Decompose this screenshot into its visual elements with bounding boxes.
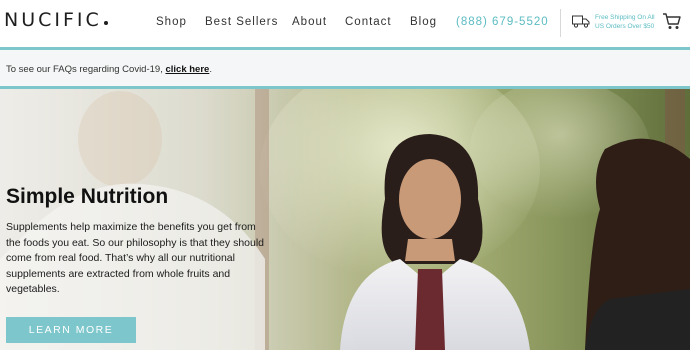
nav-shop[interactable]: Shop <box>156 16 187 28</box>
nav-contact[interactable]: Contact <box>345 16 392 28</box>
hero-banner: Simple Nutrition Supplements help maximi… <box>0 89 690 350</box>
notice-suffix: . <box>209 64 212 75</box>
covid-notice-bar: To see our FAQs regarding Covid-19, clic… <box>0 50 690 86</box>
notice-message: To see our FAQs regarding Covid-19, <box>6 64 166 75</box>
phone-link[interactable]: (888) 679-5520 <box>456 16 549 28</box>
truck-icon <box>572 15 590 28</box>
nav-about[interactable]: About <box>292 16 327 28</box>
header-divider <box>560 9 561 37</box>
site-header: NUCIFIC Shop Best Sellers About Contact … <box>0 0 690 47</box>
notice-text: To see our FAQs regarding Covid-19, clic… <box>6 64 212 75</box>
logo-text: NUCIFIC <box>4 9 102 31</box>
nav-best-sellers[interactable]: Best Sellers <box>205 16 278 28</box>
learn-more-button[interactable]: LEARN MORE <box>6 317 136 343</box>
nav-blog[interactable]: Blog <box>410 16 437 28</box>
shipping-line-2: US Orders Over $50 <box>595 23 655 30</box>
cart-icon[interactable] <box>662 11 682 31</box>
hero-title: Simple Nutrition <box>6 185 169 208</box>
shipping-line-1: Free Shipping On All <box>595 14 655 21</box>
shipping-promo: Free Shipping On All US Orders Over $50 <box>595 13 655 31</box>
logo-dot <box>103 21 108 25</box>
notice-link[interactable]: click here <box>165 64 209 75</box>
hero-description: Supplements help maximize the benefits y… <box>6 221 265 295</box>
logo[interactable]: NUCIFIC <box>4 9 108 31</box>
